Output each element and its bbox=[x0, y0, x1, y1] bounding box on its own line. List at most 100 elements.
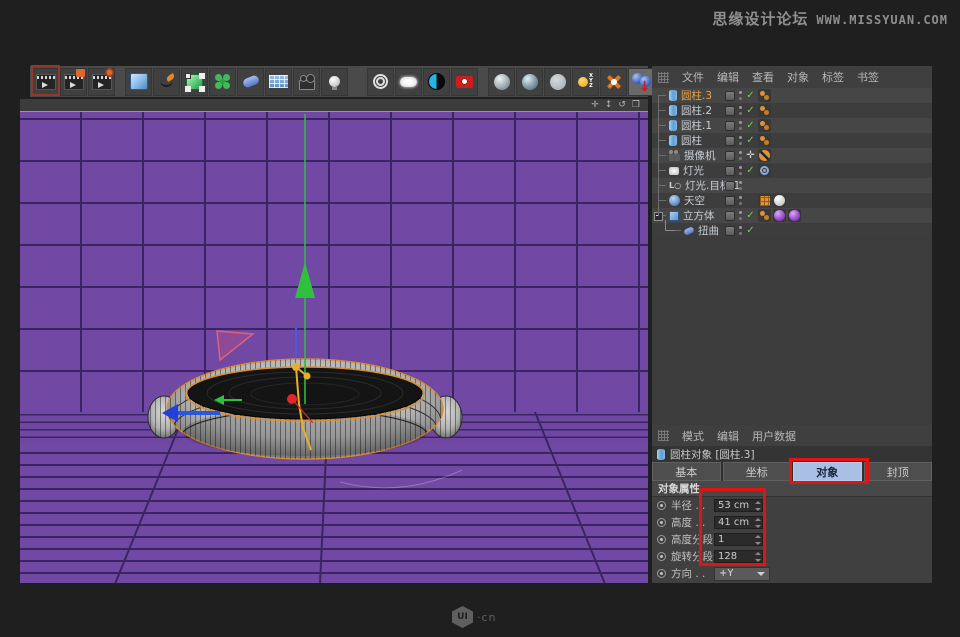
compositing-tag-icon[interactable] bbox=[760, 196, 770, 206]
layer-square[interactable] bbox=[725, 181, 735, 191]
menu-objects[interactable]: 对象 bbox=[787, 69, 809, 85]
phong-tag-icon[interactable] bbox=[758, 104, 771, 117]
protection-tag-icon[interactable] bbox=[759, 150, 770, 161]
object-row-cube[interactable]: 立方体 ✓ bbox=[652, 208, 932, 223]
height-segments-input[interactable]: 1 bbox=[714, 533, 763, 546]
menu-view[interactable]: 查看 bbox=[752, 69, 774, 85]
height-segments-stepper[interactable] bbox=[754, 535, 761, 545]
material-sphere-reflective-icon[interactable] bbox=[516, 68, 543, 96]
key-radio-icon[interactable] bbox=[657, 501, 666, 510]
light-object-icon[interactable] bbox=[321, 68, 348, 96]
key-radio-icon[interactable] bbox=[657, 535, 666, 544]
enabled-check-icon[interactable]: ✓ bbox=[744, 120, 757, 131]
section-header[interactable]: 对象属性 bbox=[652, 481, 932, 497]
axis-xyz-icon[interactable]: XYZ bbox=[572, 68, 599, 96]
menu-edit[interactable]: 编辑 bbox=[717, 69, 739, 85]
camera-active-icon[interactable]: ✛ bbox=[744, 150, 757, 161]
visibility-dots[interactable] bbox=[739, 226, 742, 235]
object-row-cylinder2[interactable]: 圆柱.2 ✓ bbox=[652, 103, 932, 118]
freehand-spline-icon[interactable] bbox=[153, 68, 180, 96]
object-label[interactable]: 圆柱.1 bbox=[681, 118, 712, 133]
render-camera-icon[interactable] bbox=[451, 68, 478, 96]
object-row-bend[interactable]: 扭曲 ✓ bbox=[652, 223, 932, 238]
object-label[interactable]: 扭曲 bbox=[698, 223, 719, 238]
orientation-dropdown[interactable]: +Y bbox=[714, 567, 770, 581]
tab-coordinates[interactable]: 坐标 bbox=[723, 462, 792, 481]
visibility-dots[interactable] bbox=[739, 166, 742, 175]
tab-caps[interactable]: 封顶 bbox=[864, 462, 933, 481]
rotate-icon[interactable]: ↺ bbox=[618, 101, 626, 110]
object-row-cylinder3[interactable]: 圆柱.3 ✓ bbox=[652, 88, 932, 103]
object-row-cylinder[interactable]: 圆柱 ✓ bbox=[652, 133, 932, 148]
render-view-icon[interactable] bbox=[32, 68, 59, 96]
panel-menu-grip-icon[interactable] bbox=[658, 430, 669, 441]
tab-object[interactable]: 对象 bbox=[793, 462, 862, 481]
object-label[interactable]: 天空 bbox=[684, 193, 705, 208]
phong-tag-icon[interactable] bbox=[758, 119, 771, 132]
object-row-camera[interactable]: 摄像机 ✛ bbox=[652, 148, 932, 163]
key-radio-icon[interactable] bbox=[657, 518, 666, 527]
sky-material-icon[interactable] bbox=[774, 195, 785, 206]
visibility-dots[interactable] bbox=[739, 181, 742, 190]
enabled-check-icon[interactable]: ✓ bbox=[744, 135, 757, 146]
key-radio-icon[interactable] bbox=[657, 552, 666, 561]
rotation-segments-stepper[interactable] bbox=[754, 552, 761, 562]
layer-square[interactable] bbox=[725, 151, 735, 161]
phong-tag-icon[interactable] bbox=[758, 209, 771, 222]
layer-square[interactable] bbox=[725, 226, 735, 236]
layer-square[interactable] bbox=[725, 106, 735, 116]
phong-tag-icon[interactable] bbox=[758, 134, 771, 147]
visibility-dots[interactable] bbox=[739, 196, 742, 205]
tab-basic[interactable]: 基本 bbox=[652, 462, 721, 481]
enabled-check-icon[interactable]: ✓ bbox=[744, 165, 757, 176]
array-object-icon[interactable] bbox=[209, 68, 236, 96]
object-label[interactable]: 灯光 bbox=[683, 163, 704, 178]
purple-material-icon[interactable] bbox=[774, 210, 785, 221]
menu-edit2[interactable]: 编辑 bbox=[717, 428, 739, 444]
key-radio-icon[interactable] bbox=[657, 569, 666, 578]
display-mode-icon[interactable] bbox=[423, 68, 450, 96]
visibility-dots[interactable] bbox=[739, 151, 742, 160]
height-input[interactable]: 41 cm bbox=[714, 516, 763, 529]
visibility-dots[interactable] bbox=[739, 121, 742, 130]
object-row-sky[interactable]: 天空 bbox=[652, 193, 932, 208]
phong-tag-icon[interactable] bbox=[758, 89, 771, 102]
render-region-icon[interactable] bbox=[395, 68, 422, 96]
object-label[interactable]: 摄像机 bbox=[684, 148, 716, 163]
object-row-light-target[interactable]: L○ 灯光.目标.1 bbox=[652, 178, 932, 193]
layer-square[interactable] bbox=[725, 121, 735, 131]
enabled-check-icon[interactable]: ✓ bbox=[744, 225, 757, 236]
material-sphere-transparent-icon[interactable] bbox=[544, 68, 571, 96]
camera-object-icon[interactable] bbox=[293, 68, 320, 96]
object-label[interactable]: 圆柱.3 bbox=[681, 88, 712, 103]
editable-mesh-icon[interactable] bbox=[181, 68, 208, 96]
move-down-spheres-icon[interactable]: ↓ bbox=[628, 68, 655, 96]
target-tag-icon[interactable] bbox=[760, 166, 769, 175]
enabled-check-icon[interactable]: ✓ bbox=[744, 90, 757, 101]
purple-material-icon[interactable] bbox=[789, 210, 800, 221]
snap-toggle-icon[interactable] bbox=[600, 68, 627, 96]
object-label[interactable]: 圆柱 bbox=[681, 133, 702, 148]
zoom-icon[interactable]: ↕ bbox=[605, 101, 613, 110]
rotation-segments-input[interactable]: 128 bbox=[714, 550, 763, 563]
pan-icon[interactable]: ✛ bbox=[591, 101, 599, 110]
layer-square[interactable] bbox=[725, 166, 735, 176]
object-label[interactable]: 立方体 bbox=[683, 208, 715, 223]
object-row-light[interactable]: 灯光 ✓ bbox=[652, 163, 932, 178]
floor-object-icon[interactable] bbox=[265, 68, 292, 96]
menu-tags[interactable]: 标签 bbox=[822, 69, 844, 85]
layer-square[interactable] bbox=[725, 196, 735, 206]
menu-file[interactable]: 文件 bbox=[682, 69, 704, 85]
bend-deformer-icon[interactable] bbox=[237, 68, 264, 96]
material-sphere-matte-icon[interactable] bbox=[488, 68, 515, 96]
radius-input[interactable]: 53 cm bbox=[714, 499, 763, 512]
menu-userdata[interactable]: 用户数据 bbox=[752, 428, 796, 444]
edit-render-settings-icon[interactable] bbox=[88, 68, 115, 96]
radius-stepper[interactable] bbox=[754, 501, 761, 511]
target-rings-icon[interactable] bbox=[367, 68, 394, 96]
add-cube-primitive-icon[interactable] bbox=[125, 68, 152, 96]
layer-square[interactable] bbox=[725, 91, 735, 101]
menu-bookmarks[interactable]: 书签 bbox=[857, 69, 879, 85]
visibility-dots[interactable] bbox=[739, 211, 742, 220]
object-label[interactable]: 圆柱.2 bbox=[681, 103, 712, 118]
